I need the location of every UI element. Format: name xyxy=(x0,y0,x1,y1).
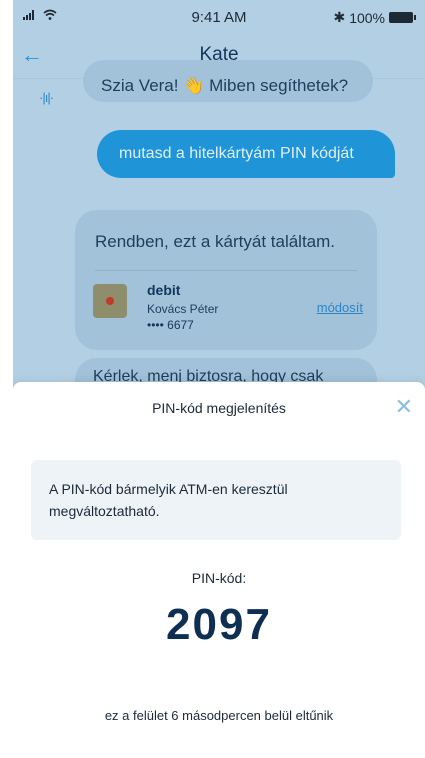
card-divider xyxy=(95,270,357,271)
card-name: debit xyxy=(147,282,181,298)
sheet-title: PIN-kód megjelenítés xyxy=(152,400,286,416)
battery-icon xyxy=(389,12,416,23)
bot-message-greeting: Szia Vera! 👋 Miben segíthetek? xyxy=(83,60,373,102)
info-box: A PIN-kód bármelyik ATM-en keresztül meg… xyxy=(31,460,401,540)
close-icon[interactable]: ✕ xyxy=(395,396,413,418)
status-bar: 9:41 AM ✱ 100% xyxy=(13,0,425,34)
bot-message-card: Rendben, ezt a kártyát találtam. debit K… xyxy=(75,210,377,350)
voice-wave-icon[interactable]: ·|ı|· xyxy=(39,90,54,105)
info-text: A PIN-kód bármelyik ATM-en keresztül meg… xyxy=(49,481,288,519)
card-number: •••• 6677 xyxy=(147,318,194,332)
status-right: ✱ 100% xyxy=(333,9,416,26)
card-icon xyxy=(93,284,127,318)
bot-greeting-text: Szia Vera! 👋 Miben segíthetek? xyxy=(101,76,349,95)
card-holder: Kovács Péter xyxy=(147,302,219,316)
bluetooth-icon: ✱ xyxy=(333,9,346,25)
phone-screen: 9:41 AM ✱ 100% ← Kate Szia Vera! 👋 Miben… xyxy=(13,0,425,758)
battery-percent: 100% xyxy=(349,9,385,26)
pin-value: 2097 xyxy=(166,600,272,649)
edit-card-link[interactable]: módosít xyxy=(317,300,363,315)
user-message-text: mutasd a hitelkártyám PIN kódját xyxy=(119,145,354,162)
pin-label: PIN-kód: xyxy=(191,570,247,586)
bot-reply-text: Rendben, ezt a kártyát találtam. xyxy=(95,232,336,251)
timeout-note: ez a felület 6 másodpercen belül eltűnik xyxy=(104,708,334,723)
pin-sheet: PIN-kód megjelenítés ✕ A PIN-kód bármely… xyxy=(13,382,425,758)
user-message: mutasd a hitelkártyám PIN kódját xyxy=(97,130,395,178)
